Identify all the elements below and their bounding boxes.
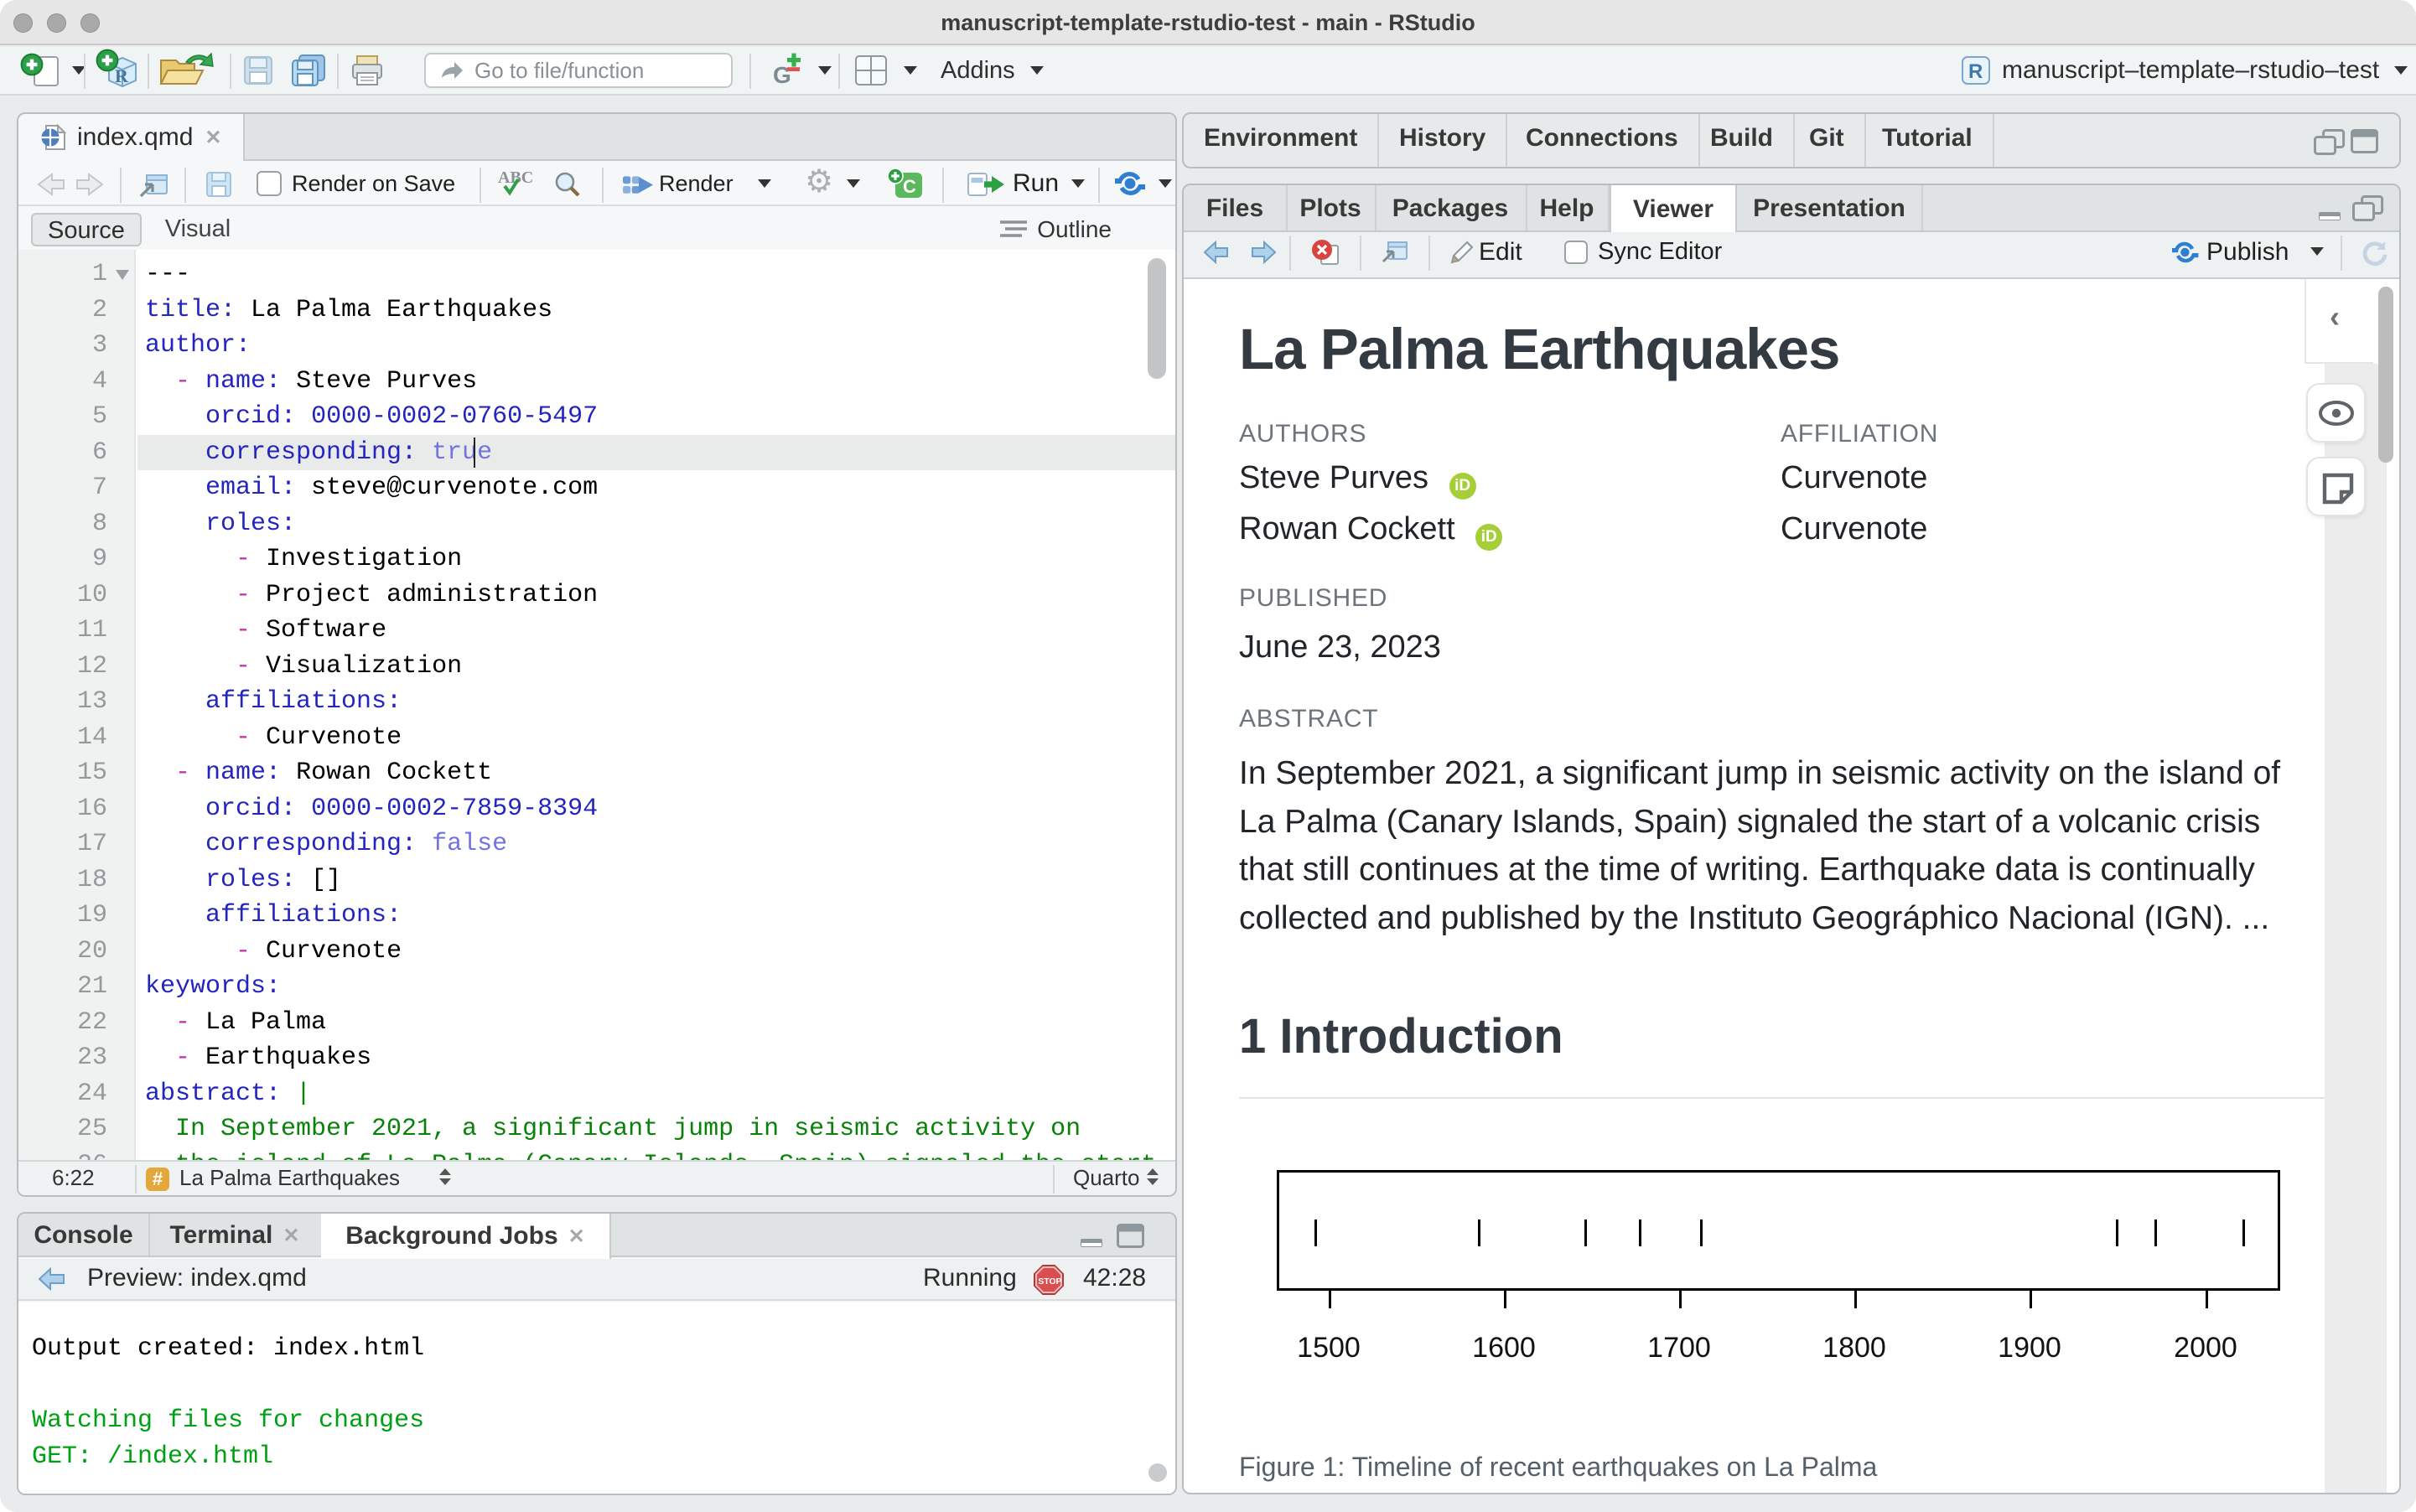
svg-text:C: C — [903, 176, 916, 197]
svg-text:R: R — [1968, 60, 1983, 83]
svg-text:STOP: STOP — [1038, 1277, 1061, 1287]
svg-text:R: R — [115, 65, 129, 86]
svg-text:G: G — [773, 62, 791, 88]
